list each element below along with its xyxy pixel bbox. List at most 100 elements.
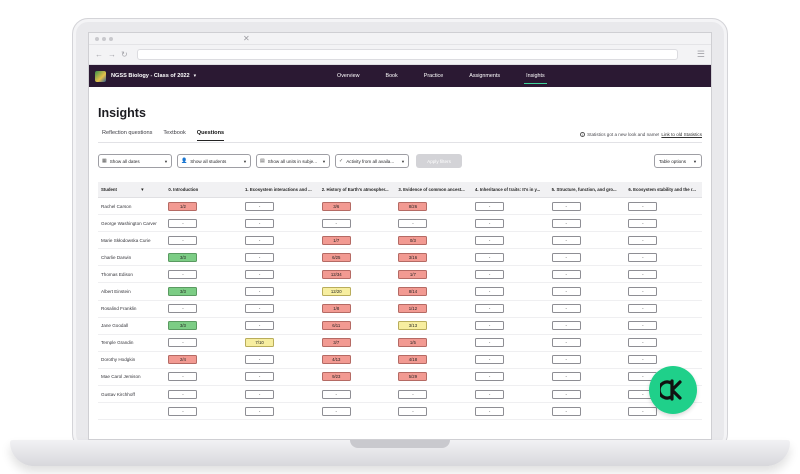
- student-name[interactable]: Gustav Kirchhoff: [98, 392, 165, 397]
- score-cell[interactable]: -: [398, 406, 428, 416]
- score-cell[interactable]: 9/23: [321, 372, 351, 382]
- score-cell[interactable]: -: [245, 355, 275, 365]
- score-cell[interactable]: -: [245, 406, 275, 416]
- activity-filter[interactable]: ✓ Activity from all availa... ▼: [335, 154, 409, 168]
- score-cell[interactable]: -: [475, 287, 505, 297]
- score-cell[interactable]: -: [551, 201, 581, 211]
- score-cell[interactable]: -: [245, 321, 275, 331]
- student-name[interactable]: Rachel Carson: [98, 204, 165, 209]
- tab-textbook[interactable]: Textbook: [163, 130, 185, 141]
- score-cell[interactable]: 12/34: [321, 269, 351, 279]
- score-cell[interactable]: -: [475, 304, 505, 314]
- score-cell[interactable]: -: [551, 304, 581, 314]
- score-cell[interactable]: -: [628, 218, 658, 228]
- student-name[interactable]: George Washington Carver: [98, 221, 165, 226]
- score-cell[interactable]: 7/10: [245, 338, 275, 348]
- score-cell[interactable]: 5/29: [398, 372, 428, 382]
- score-cell[interactable]: -: [398, 389, 428, 399]
- score-cell[interactable]: -: [321, 389, 351, 399]
- header-q0[interactable]: 0. Introduction: [165, 187, 242, 192]
- score-cell[interactable]: 8/26: [398, 201, 428, 211]
- score-cell[interactable]: -: [628, 406, 658, 416]
- score-cell[interactable]: -: [168, 389, 198, 399]
- score-cell[interactable]: -: [551, 372, 581, 382]
- student-name[interactable]: Marie Skłodowska Curie: [98, 238, 165, 243]
- score-cell[interactable]: 8/14: [398, 287, 428, 297]
- score-cell[interactable]: -: [551, 235, 581, 245]
- student-name[interactable]: Rosalind Franklin: [98, 306, 165, 311]
- score-cell[interactable]: -: [628, 338, 658, 348]
- student-name[interactable]: Jane Goodall: [98, 323, 165, 328]
- header-q6[interactable]: 6. Ecosystem stability and the r...: [625, 187, 702, 192]
- score-cell[interactable]: 1/7: [321, 235, 351, 245]
- dates-filter[interactable]: ▦ Show all dates ▼: [98, 154, 172, 168]
- score-cell[interactable]: -: [475, 252, 505, 262]
- score-cell[interactable]: -: [475, 406, 505, 416]
- score-cell[interactable]: -: [475, 389, 505, 399]
- score-cell[interactable]: -: [475, 201, 505, 211]
- score-cell[interactable]: -: [321, 406, 351, 416]
- score-cell[interactable]: -: [168, 372, 198, 382]
- score-cell[interactable]: -: [628, 201, 658, 211]
- score-cell[interactable]: 2/4: [168, 355, 198, 365]
- score-cell[interactable]: -: [168, 218, 198, 228]
- old-statistics-link[interactable]: Link to old Statistics: [661, 132, 702, 137]
- header-q1[interactable]: 1. Ecosystem interactions and ...: [242, 187, 319, 192]
- units-filter[interactable]: ▤ Show all units in subje... ▼: [256, 154, 330, 168]
- score-cell[interactable]: 6/25: [321, 252, 351, 262]
- score-cell[interactable]: -: [628, 321, 658, 331]
- score-cell[interactable]: -: [168, 338, 198, 348]
- header-q5[interactable]: 5. Structure, function, and gro...: [549, 187, 626, 192]
- score-cell[interactable]: -: [551, 252, 581, 262]
- score-cell[interactable]: 3/3: [168, 287, 198, 297]
- score-cell[interactable]: -: [551, 389, 581, 399]
- brand-logo-icon[interactable]: [649, 366, 697, 414]
- score-cell[interactable]: -: [551, 406, 581, 416]
- score-cell[interactable]: -: [245, 235, 275, 245]
- student-name[interactable]: Temple Grandin: [98, 340, 165, 345]
- apply-filters-button[interactable]: Apply filters: [416, 154, 462, 168]
- score-cell[interactable]: -: [245, 201, 275, 211]
- score-cell[interactable]: -: [551, 218, 581, 228]
- score-cell[interactable]: -: [551, 355, 581, 365]
- score-cell[interactable]: -: [245, 389, 275, 399]
- score-cell[interactable]: -: [398, 218, 428, 228]
- score-cell[interactable]: -: [168, 235, 198, 245]
- score-cell[interactable]: 3/13: [398, 321, 428, 331]
- score-cell[interactable]: -: [475, 355, 505, 365]
- score-cell[interactable]: -: [245, 218, 275, 228]
- score-cell[interactable]: 3/3: [168, 252, 198, 262]
- score-cell[interactable]: -: [628, 235, 658, 245]
- score-cell[interactable]: -: [628, 269, 658, 279]
- score-cell[interactable]: -: [551, 287, 581, 297]
- score-cell[interactable]: -: [628, 287, 658, 297]
- score-cell[interactable]: -: [245, 372, 275, 382]
- score-cell[interactable]: 1/2: [168, 201, 198, 211]
- score-cell[interactable]: 4/13: [321, 355, 351, 365]
- score-cell[interactable]: -: [628, 304, 658, 314]
- score-cell[interactable]: -: [245, 287, 275, 297]
- score-cell[interactable]: -: [245, 269, 275, 279]
- score-cell[interactable]: -: [628, 355, 658, 365]
- score-cell[interactable]: -: [168, 406, 198, 416]
- score-cell[interactable]: -: [628, 252, 658, 262]
- score-cell[interactable]: 3/7: [321, 338, 351, 348]
- score-cell[interactable]: 1/5: [398, 338, 428, 348]
- student-name[interactable]: Thomas Edison: [98, 272, 165, 277]
- score-cell[interactable]: -: [475, 235, 505, 245]
- score-cell[interactable]: 4/18: [398, 355, 428, 365]
- tab-reflection-questions[interactable]: Reflection questions: [102, 130, 152, 141]
- score-cell[interactable]: -: [551, 338, 581, 348]
- score-cell[interactable]: 6/11: [321, 321, 351, 331]
- score-cell[interactable]: 12/20: [321, 287, 351, 297]
- score-cell[interactable]: -: [168, 304, 198, 314]
- students-filter[interactable]: 👤 Show all students ▼: [177, 154, 251, 168]
- score-cell[interactable]: -: [475, 372, 505, 382]
- score-cell[interactable]: 3/3: [168, 321, 198, 331]
- header-student[interactable]: Student ▼: [98, 187, 165, 192]
- student-name[interactable]: Albert Einstein: [98, 289, 165, 294]
- student-name[interactable]: Charlie Darwin: [98, 255, 165, 260]
- score-cell[interactable]: -: [551, 321, 581, 331]
- score-cell[interactable]: 0/3: [398, 235, 428, 245]
- score-cell[interactable]: -: [551, 269, 581, 279]
